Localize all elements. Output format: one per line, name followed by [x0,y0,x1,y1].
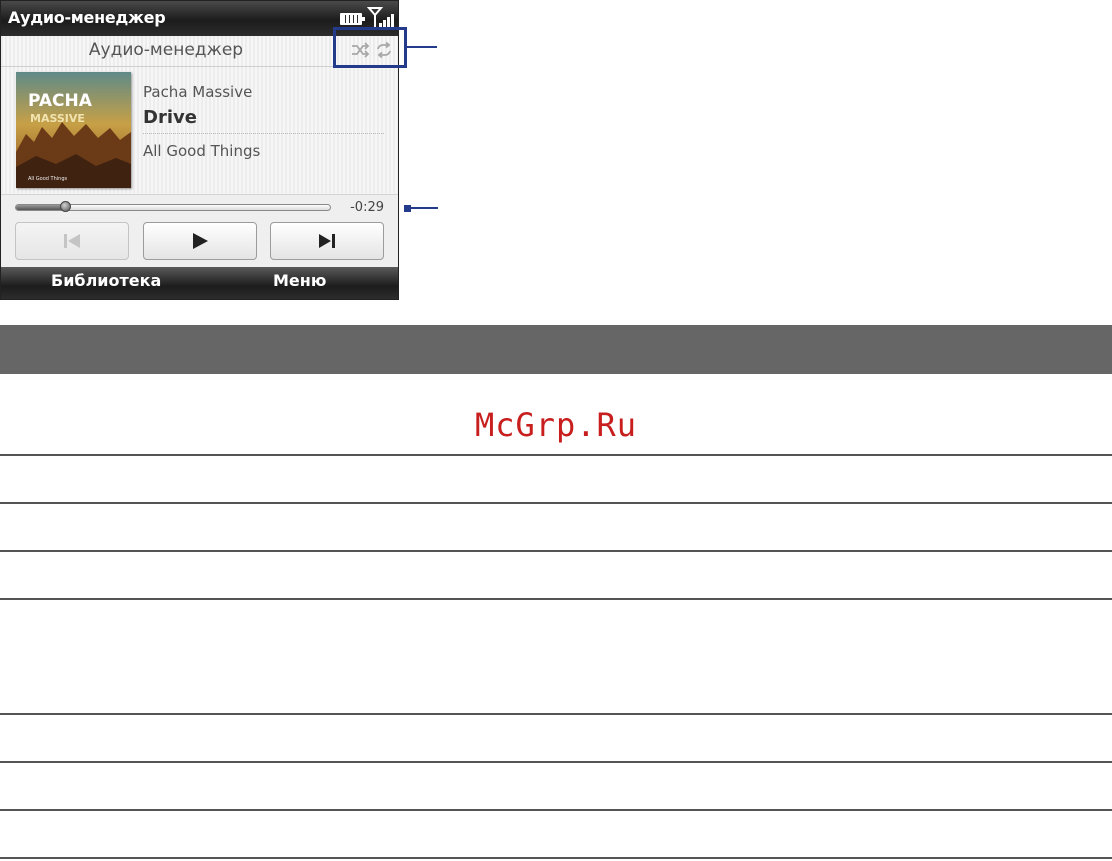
battery-icon [340,13,365,25]
app-title: Аудио-менеджер [88,40,244,60]
cover-text-bottom: All Good Things [28,176,67,182]
cover-text-top: PACHA [28,91,93,111]
callout-line-mode [407,46,437,48]
song-title: Drive [143,107,197,128]
status-bar-title: Аудио-менеджер [8,8,166,27]
album-cover: PACHA MASSIVE All Good Things [16,72,131,188]
table-rule [0,809,1112,811]
next-icon [319,234,335,248]
time-remaining: -0:29 [350,200,384,215]
progress-bar[interactable] [15,201,331,212]
previous-icon [64,234,80,248]
next-button[interactable] [270,222,384,260]
mode-icons-highlight [333,27,407,68]
progress-fill [16,205,67,210]
table-rule [0,857,1112,859]
table-rule [0,550,1112,552]
softkey-menu[interactable]: Меню [273,271,326,290]
table-rule [0,454,1112,456]
watermark: McGrp.Ru [474,406,638,444]
table-rule [0,598,1112,600]
table-rule [0,713,1112,715]
softkey-library[interactable]: Библиотека [51,271,161,290]
previous-button[interactable] [15,222,129,260]
artist-name: Pacha Massive [143,83,253,101]
album-name: All Good Things [143,142,261,160]
cover-text-mid: MASSIVE [30,112,85,125]
section-header-bar [0,325,1112,374]
play-button[interactable] [143,222,257,260]
play-icon [193,233,208,249]
progress-thumb[interactable] [60,201,72,212]
table-rule [0,502,1112,504]
info-divider [143,133,384,134]
callout-line-progress [410,207,438,209]
table-rule [0,761,1112,763]
